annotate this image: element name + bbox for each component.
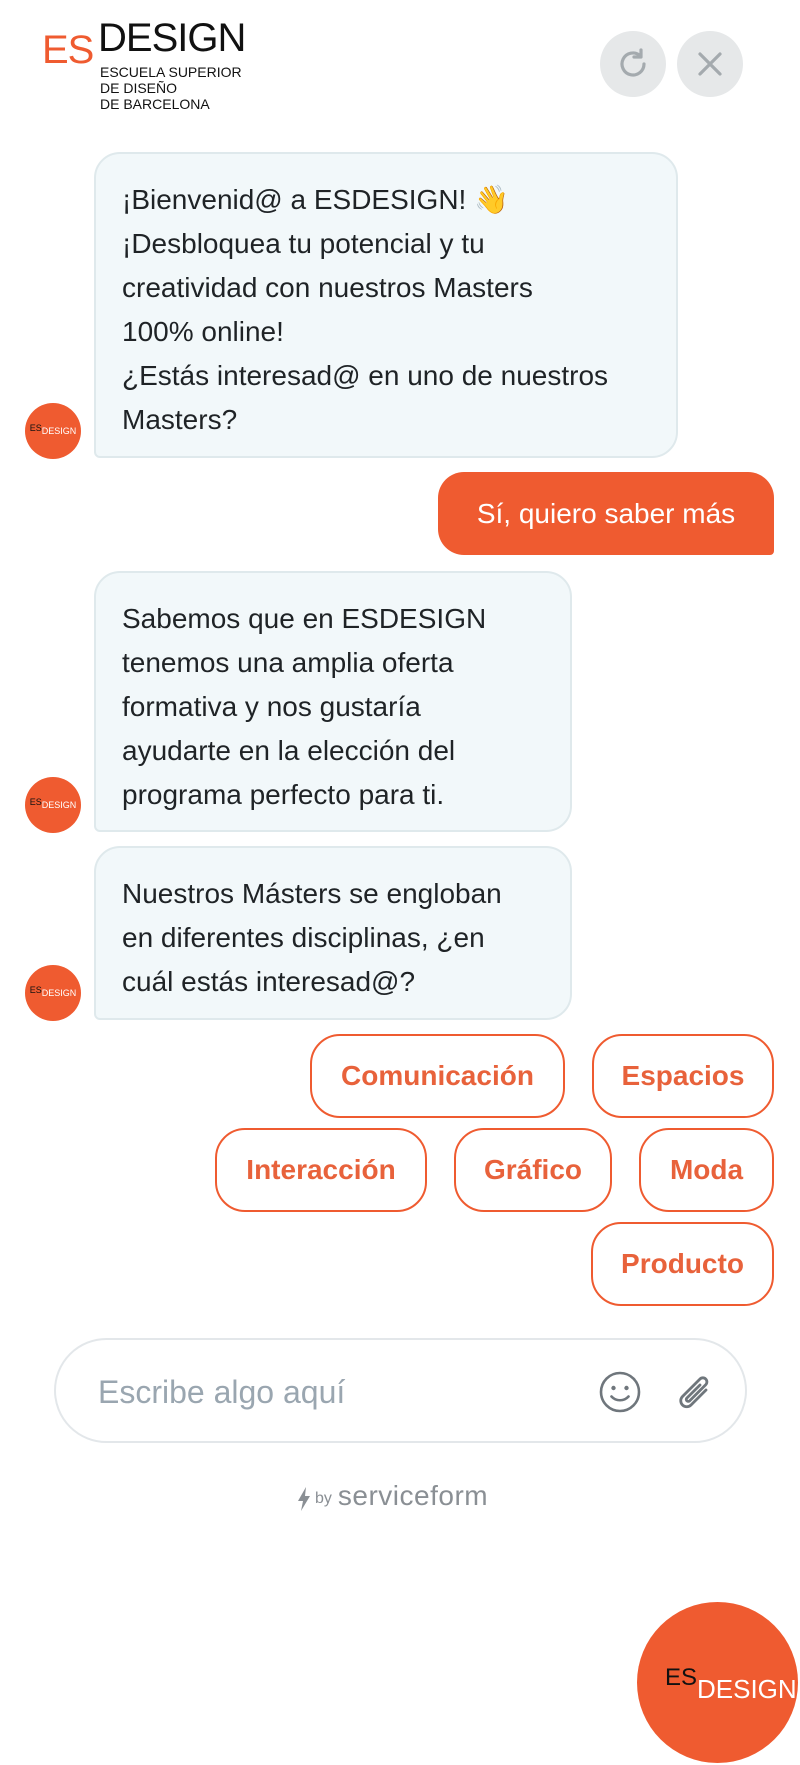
option-producto-button[interactable]: Producto bbox=[591, 1222, 774, 1306]
message-line: 100% online! bbox=[122, 316, 284, 347]
close-chat-button[interactable] bbox=[677, 31, 743, 97]
esdesign-logo: ES DESIGN ESCUELA SUPERIOR DE DISEÑO DE … bbox=[42, 16, 262, 116]
message-line: formativa y nos gustaría bbox=[122, 691, 421, 722]
avatar-design-text: DESIGN bbox=[41, 426, 77, 436]
logo-subtitle-line: DE DISEÑO bbox=[100, 80, 178, 96]
avatar-es-text: ES bbox=[29, 423, 42, 433]
chat-header: ES DESIGN ESCUELA SUPERIOR DE DISEÑO DE … bbox=[0, 0, 800, 120]
chat-launcher-button[interactable]: ES DESIGN bbox=[637, 1602, 798, 1763]
serviceform-brand: serviceform bbox=[337, 1480, 489, 1511]
message-line: creatividad con nuestros Masters bbox=[122, 272, 533, 303]
message-line: cuál estás interesad@? bbox=[122, 966, 416, 997]
logo-subtitle-line: DE BARCELONA bbox=[100, 96, 210, 112]
message-line: Sabemos que en ESDESIGN bbox=[122, 603, 487, 634]
option-moda-button[interactable]: Moda bbox=[639, 1128, 774, 1212]
message-line: ¿Estás interesad@ en uno de nuestros bbox=[122, 360, 609, 391]
powered-by-label: by bbox=[315, 1490, 332, 1507]
avatar-es-text: ES bbox=[29, 985, 42, 995]
refresh-icon bbox=[620, 48, 646, 77]
bot-avatar: ES DESIGN bbox=[25, 403, 81, 459]
option-comunicacion-button[interactable]: Comunicación bbox=[310, 1034, 565, 1118]
user-message: Sí, quiero saber más bbox=[438, 472, 774, 555]
message-line: Nuestros Másters se engloban bbox=[122, 878, 502, 909]
bot-avatar: ES DESIGN bbox=[25, 965, 81, 1021]
logo-subtitle: ESCUELA SUPERIOR DE DISEÑO DE BARCELONA bbox=[100, 64, 280, 112]
logo-subtitle-line: ESCUELA SUPERIOR bbox=[100, 64, 242, 80]
logo-design-text: DESIGN bbox=[98, 16, 246, 60]
message-line: ¡Bienvenid@ a ESDESIGN! 👋 bbox=[122, 184, 509, 215]
avatar-design-text: DESIGN bbox=[41, 988, 77, 998]
option-grafico-button[interactable]: Gráfico bbox=[454, 1128, 612, 1212]
bot-message: Nuestros Másters se engloban en diferent… bbox=[94, 846, 572, 1020]
powered-by[interactable]: by serviceform bbox=[297, 1478, 488, 1512]
close-icon bbox=[698, 52, 722, 76]
bot-message: ¡Bienvenid@ a ESDESIGN! 👋 ¡Desbloquea tu… bbox=[94, 152, 678, 458]
message-line: programa perfecto para ti. bbox=[122, 779, 445, 810]
message-line: Masters? bbox=[122, 404, 238, 435]
avatar-es-text: ES bbox=[29, 797, 42, 807]
option-interaccion-button[interactable]: Interacción bbox=[215, 1128, 427, 1212]
paperclip-icon[interactable] bbox=[672, 1368, 718, 1416]
bot-avatar: ES DESIGN bbox=[25, 777, 81, 833]
launcher-design-text: DESIGN bbox=[697, 1674, 797, 1704]
avatar-design-text: DESIGN bbox=[41, 800, 77, 810]
restart-chat-button[interactable] bbox=[600, 31, 666, 97]
bot-message: Sabemos que en ESDESIGN tenemos una ampl… bbox=[94, 571, 572, 832]
message-line: tenemos una amplia oferta bbox=[122, 647, 454, 678]
message-composer bbox=[54, 1338, 747, 1443]
lightning-icon bbox=[298, 1487, 310, 1511]
message-input[interactable] bbox=[96, 1364, 540, 1420]
smiley-icon[interactable] bbox=[598, 1370, 642, 1414]
message-line: ¡Desbloquea tu potencial y tu bbox=[122, 228, 485, 259]
message-line: ayudarte en la elección del bbox=[122, 735, 456, 766]
logo-es-text: ES bbox=[42, 28, 94, 72]
option-espacios-button[interactable]: Espacios bbox=[592, 1034, 774, 1118]
message-line: en diferentes disciplinas, ¿en bbox=[122, 922, 485, 953]
launcher-es-text: ES bbox=[665, 1664, 698, 1691]
